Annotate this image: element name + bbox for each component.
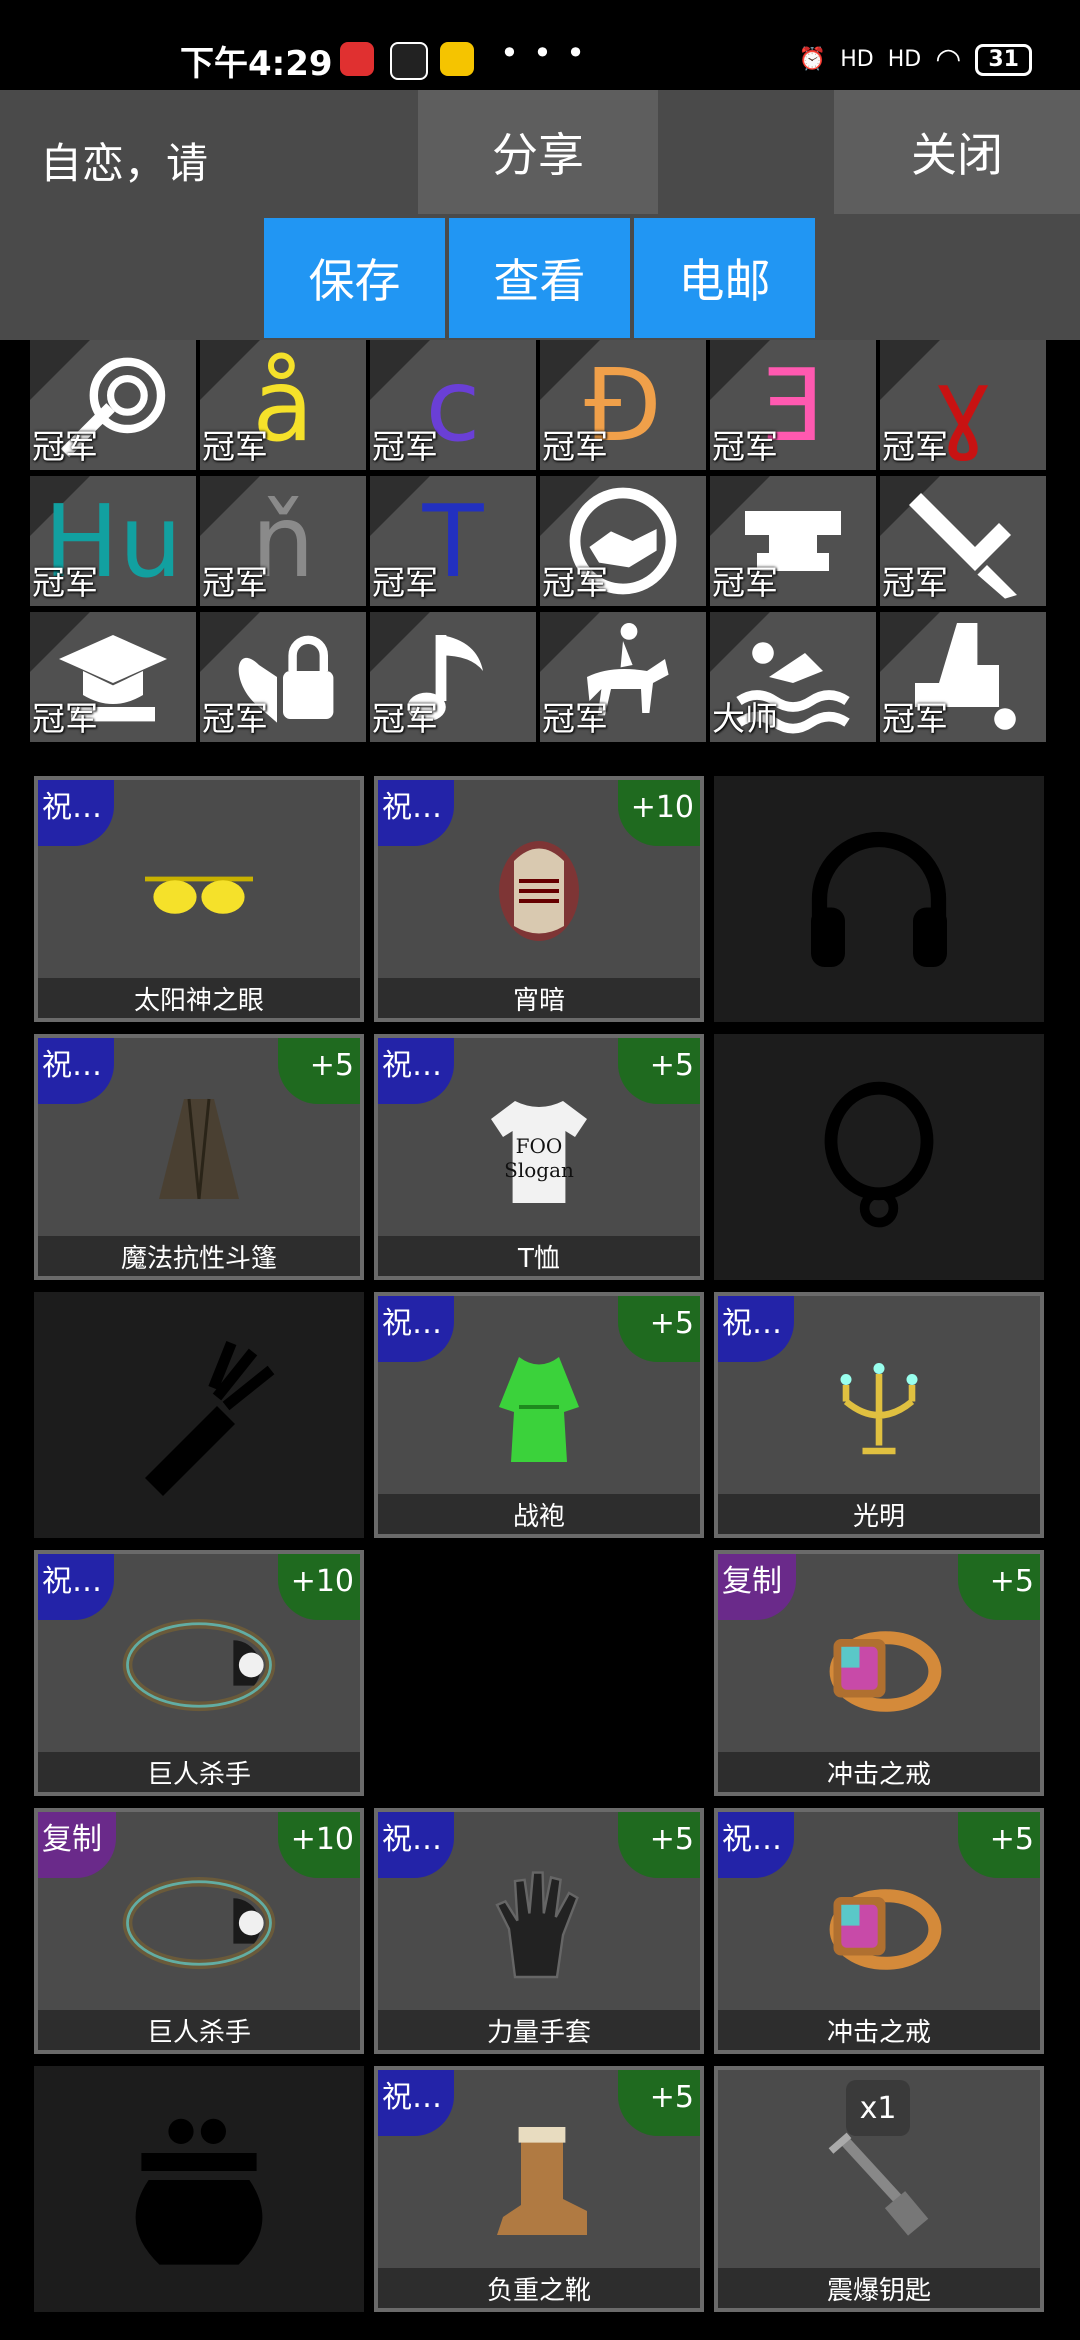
- equipment-slot[interactable]: 复制 +10 巨人杀手: [34, 1808, 364, 2054]
- achievement-badge[interactable]: ɣ 冠军: [880, 340, 1046, 470]
- more-notifications-icon: • • •: [500, 34, 587, 72]
- achievement-badge[interactable]: 冠军: [880, 612, 1046, 742]
- empty-equipment-slot[interactable]: [34, 2066, 364, 2312]
- item-name: 负重之靴: [378, 2268, 700, 2308]
- quiver-icon: [34, 1292, 364, 1538]
- battery-icon: 31: [975, 43, 1032, 76]
- necklace-icon: [714, 1034, 1044, 1280]
- alarm-icon: ⏰: [798, 47, 827, 72]
- achievement-badge[interactable]: 冠军: [30, 340, 196, 470]
- pouch-icon: [34, 2066, 364, 2312]
- achievement-badge[interactable]: Đ 冠军: [540, 340, 706, 470]
- achievement-badge[interactable]: å 冠军: [200, 340, 366, 470]
- page-title: 自恋，请: [40, 139, 209, 188]
- item-name: 震爆钥匙: [718, 2268, 1040, 2308]
- shirt-print-line: FOO: [515, 1134, 563, 1158]
- equipment-slot[interactable]: 祝… 太阳神之眼: [34, 776, 364, 1022]
- badge-label: 冠军: [372, 699, 438, 738]
- achievement-badge[interactable]: 大师: [710, 612, 876, 742]
- netease-music-icon: [340, 42, 374, 76]
- equipment-slot[interactable]: 祝… +5 力量手套: [374, 1808, 704, 2054]
- item-name: 巨人杀手: [38, 1752, 360, 1792]
- badge-label: 冠军: [32, 427, 98, 466]
- badge-label: 冠军: [882, 699, 948, 738]
- item-count: x1: [846, 2080, 910, 2136]
- email-button[interactable]: 电邮: [634, 218, 815, 338]
- equipment-slot[interactable]: 祝… +5 负重之靴: [374, 2066, 704, 2312]
- headphones-icon: [714, 776, 1044, 1022]
- achievement-badge[interactable]: 冠军: [880, 476, 1046, 606]
- badge-label: 大师: [712, 699, 778, 738]
- signal-2-icon: HD: [887, 47, 922, 72]
- achievement-badge[interactable]: 冠军: [540, 612, 706, 742]
- shirt-print-line: Slogan: [504, 1158, 574, 1182]
- view-button[interactable]: 查看: [449, 218, 630, 338]
- achievement-badge[interactable]: ň 冠军: [200, 476, 366, 606]
- badge-label: 冠军: [372, 563, 438, 602]
- equipment-slot[interactable]: FOO Slogan 祝… +5 T恤: [374, 1034, 704, 1280]
- item-name: 冲击之戒: [718, 1752, 1040, 1792]
- badge-label: 冠军: [882, 563, 948, 602]
- achievement-badge[interactable]: 冠军: [710, 476, 876, 606]
- equipment-slot[interactable]: 复制 +5 冲击之戒: [714, 1550, 1044, 1796]
- save-button[interactable]: 保存: [264, 218, 445, 338]
- equipment-slot[interactable]: 祝… +10 宵暗: [374, 776, 704, 1022]
- status-time: 下午4:29: [180, 44, 333, 84]
- badge-label: 冠军: [882, 427, 948, 466]
- item-name: 战袍: [378, 1494, 700, 1534]
- badge-label: 冠军: [202, 699, 268, 738]
- badge-label: 冠军: [32, 563, 98, 602]
- badge-label: 冠军: [542, 563, 608, 602]
- item-name: 魔法抗性斗篷: [38, 1236, 360, 1276]
- qq-icon: [390, 42, 428, 80]
- achievement-badge[interactable]: 冠军: [540, 476, 706, 606]
- equipment-slot[interactable]: x1 震爆钥匙: [714, 2066, 1044, 2312]
- shirt-print: FOO Slogan: [374, 1134, 704, 1182]
- empty-equipment-slot[interactable]: [714, 776, 1044, 1022]
- achievement-badge[interactable]: 冠军: [30, 612, 196, 742]
- equipment-slot[interactable]: 祝… +10 巨人杀手: [34, 1550, 364, 1796]
- achievement-badge[interactable]: c 冠军: [370, 340, 536, 470]
- equipment-slot[interactable]: 祝… 光明: [714, 1292, 1044, 1538]
- status-bar: 下午4:29 • • • ⏰ HD HD ◠ 31: [0, 0, 1080, 90]
- equipment-slot[interactable]: 祝… +5 魔法抗性斗篷: [34, 1034, 364, 1280]
- achievement-badge[interactable]: Hu 冠军: [30, 476, 196, 606]
- status-icons: ⏰ HD HD ◠ 31: [799, 42, 1032, 77]
- badge-label: 冠军: [542, 699, 608, 738]
- item-name: 太阳神之眼: [38, 978, 360, 1018]
- badge-label: 冠军: [202, 427, 268, 466]
- empty-equipment-slot[interactable]: [34, 1292, 364, 1538]
- header-panel: 自恋，请 分享 关闭 保存 查看 电邮: [0, 90, 1080, 340]
- item-name: 宵暗: [378, 978, 700, 1018]
- badge-label: 冠军: [542, 427, 608, 466]
- badge-label: 冠军: [32, 699, 98, 738]
- signal-1-icon: HD: [840, 47, 874, 72]
- badge-label: 冠军: [712, 563, 778, 602]
- close-button[interactable]: 关闭: [834, 90, 1080, 214]
- item-name: 巨人杀手: [38, 2010, 360, 2050]
- item-name: 冲击之戒: [718, 2010, 1040, 2050]
- weibo-icon: [440, 42, 474, 76]
- achievement-badge[interactable]: T 冠军: [370, 476, 536, 606]
- badge-label: 冠军: [372, 427, 438, 466]
- achievement-badge[interactable]: 冠军: [370, 612, 536, 742]
- achievement-badge[interactable]: 冠军: [200, 612, 366, 742]
- item-name: 力量手套: [378, 2010, 700, 2050]
- share-button[interactable]: 分享: [418, 90, 658, 214]
- item-name: T恤: [378, 1236, 700, 1276]
- equipment-slot[interactable]: 祝… +5 冲击之戒: [714, 1808, 1044, 2054]
- item-name: 光明: [718, 1494, 1040, 1534]
- achievement-badge[interactable]: Ǝ 冠军: [710, 340, 876, 470]
- empty-equipment-slot[interactable]: [714, 1034, 1044, 1280]
- equipment-slot[interactable]: 祝… +5 战袍: [374, 1292, 704, 1538]
- wifi-icon: ◠: [935, 42, 962, 77]
- badge-label: 冠军: [202, 563, 268, 602]
- badge-label: 冠军: [712, 427, 778, 466]
